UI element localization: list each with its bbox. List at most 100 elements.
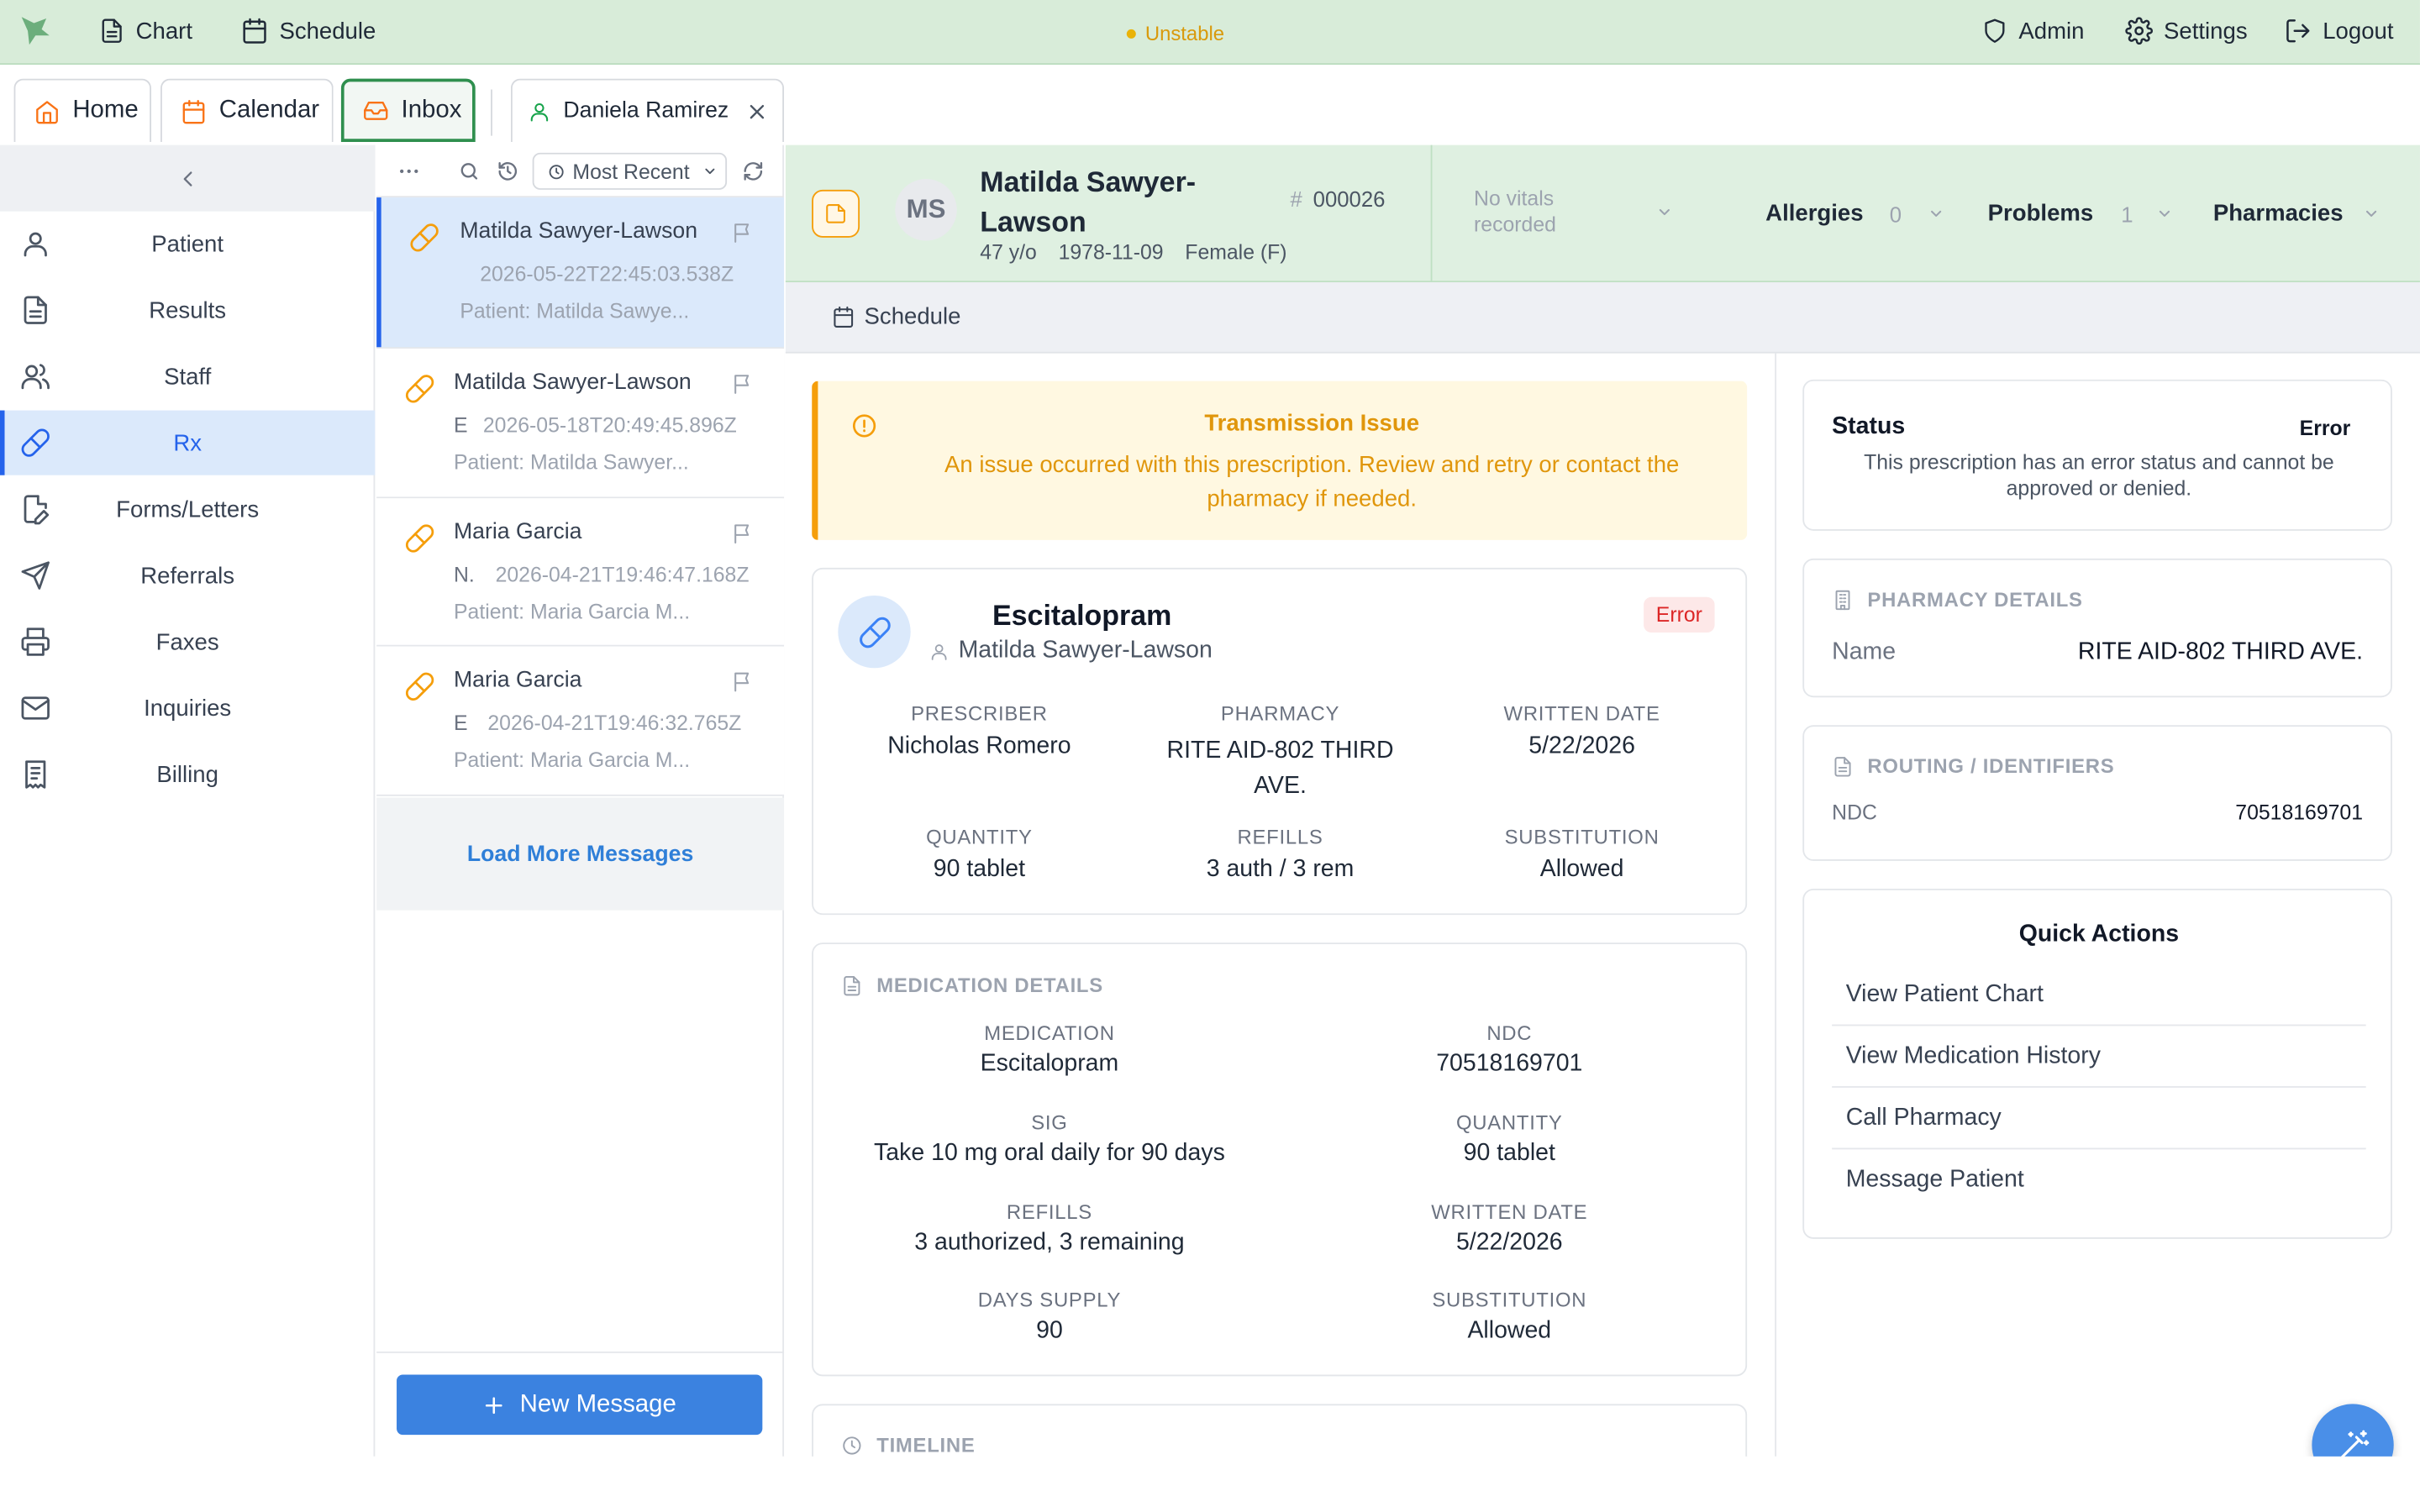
new-message-button[interactable]: New Message xyxy=(397,1374,763,1436)
message-sender: Matilda Sawyer-Lawson xyxy=(453,370,692,396)
written-date-field: WRITTEN DATE 5/22/2026 xyxy=(1431,702,1733,761)
sidebar-item-staff[interactable]: Staff xyxy=(0,344,375,409)
message-sender: Maria Garcia xyxy=(453,668,582,693)
flag-icon[interactable] xyxy=(732,221,755,244)
patient-sex: Female (F) xyxy=(1185,240,1287,265)
clock-icon xyxy=(841,1435,863,1457)
alert-message: An issue occurred with this prescription… xyxy=(880,449,1744,517)
sidebar-item-label: Inquiries xyxy=(144,695,232,722)
status-card: Status Error This prescription has an er… xyxy=(1802,379,2392,531)
substitution-label: SUBSTITUTION xyxy=(1432,1288,1587,1312)
tab-calendar[interactable]: Calendar xyxy=(160,78,334,142)
pharmacy-value: RITE AID-802 THIRD AVE. xyxy=(1129,732,1430,803)
chart-button[interactable]: Chart xyxy=(99,17,192,45)
chart-label: Chart xyxy=(135,18,193,45)
substitution-label: SUBSTITUTION xyxy=(1504,825,1660,849)
sidebar-collapse-button[interactable] xyxy=(0,144,376,212)
message-date: 2026-05-22T22:45:03.538Z xyxy=(480,262,734,286)
list-item[interactable]: Maria Garcia E 2026-04-21T19:46:32.765Z … xyxy=(376,646,785,796)
admin-button[interactable]: Admin xyxy=(1981,17,2085,45)
chevron-down-icon xyxy=(2363,205,2380,222)
flag-icon[interactable] xyxy=(732,372,755,396)
settings-button[interactable]: Settings xyxy=(2125,17,2248,45)
prescriber-field: PRESCRIBER Nicholas Romero xyxy=(829,702,1129,761)
sidebar-item-label: Staff xyxy=(164,363,212,390)
pharmacies-dropdown[interactable]: Pharmacies xyxy=(2213,201,2381,227)
vitals-dropdown[interactable]: No vitals recorded xyxy=(1474,185,1556,237)
message-date: 2026-04-21T19:46:32.765Z xyxy=(487,711,742,735)
patient-header: MS Matilda Sawyer- Lawson # 000026 47 y/… xyxy=(785,144,2420,283)
list-item[interactable]: Matilda Sawyer-Lawson 2026-05-22T22:45:0… xyxy=(376,197,785,349)
sidebar-item-patient[interactable]: Patient xyxy=(0,212,375,276)
pill-icon xyxy=(20,428,51,459)
flag-icon[interactable] xyxy=(732,669,755,693)
more-icon[interactable] xyxy=(398,160,420,182)
tab-patient[interactable]: Daniela Ramirez xyxy=(510,78,785,142)
message-prefix: N. xyxy=(453,563,475,586)
substitution-field: SUBSTITUTION Allowed xyxy=(1286,1289,1733,1346)
problems-count: 1 xyxy=(2121,201,2133,227)
note-button[interactable] xyxy=(812,189,860,238)
tab-inbox[interactable]: Inbox xyxy=(340,78,476,142)
quantity-field: QUANTITY 90 tablet xyxy=(1286,1110,1733,1168)
sidebar: Patient Results Staff Rx Forms/Letters R… xyxy=(0,144,376,1457)
sidebar-item-results[interactable]: Results xyxy=(0,278,375,343)
sidebar-item-rx[interactable]: Rx xyxy=(0,410,376,475)
admin-label: Admin xyxy=(2018,18,2085,45)
list-item[interactable]: Matilda Sawyer-Lawson E 2026-05-18T20:49… xyxy=(376,349,785,499)
sidebar-item-label: Results xyxy=(149,297,227,323)
chevron-down-icon[interactable] xyxy=(1656,203,1673,220)
schedule-bar: Schedule xyxy=(785,282,2420,354)
sidebar-item-inquiries[interactable]: Inquiries xyxy=(0,675,375,740)
flag-icon[interactable] xyxy=(732,522,755,545)
tab-home[interactable]: Home xyxy=(13,78,151,142)
sidebar-item-label: Faxes xyxy=(155,628,219,655)
divider xyxy=(1775,353,1777,1457)
schedule-button[interactable]: Schedule xyxy=(241,17,376,45)
days-supply-value: 90 xyxy=(1036,1317,1063,1344)
rx-patient: Matilda Sawyer-Lawson xyxy=(929,638,1213,665)
search-icon[interactable] xyxy=(458,160,480,182)
logout-button[interactable]: Logout xyxy=(2284,17,2394,45)
message-prefix: E xyxy=(453,711,468,735)
sidebar-item-label: Billing xyxy=(156,761,218,788)
sidebar-item-faxes[interactable]: Faxes xyxy=(0,609,375,674)
allergies-dropdown[interactable]: Allergies 0 xyxy=(1765,201,1944,227)
logout-label: Logout xyxy=(2323,18,2394,45)
message-patient-button[interactable]: Message Patient xyxy=(1832,1149,2365,1210)
status-message: This prescription has an error status an… xyxy=(1819,449,2378,501)
view-medication-history-button[interactable]: View Medication History xyxy=(1832,1026,2366,1088)
status-message-line1: This prescription has an error status an… xyxy=(1864,450,2334,474)
patient-name[interactable]: Matilda Sawyer- Lawson xyxy=(980,162,1196,243)
app-logo-icon[interactable] xyxy=(18,14,55,48)
view-patient-chart-button[interactable]: View Patient Chart xyxy=(1832,964,2366,1026)
history-icon[interactable] xyxy=(497,160,518,182)
allergies-label: Allergies xyxy=(1765,200,1864,227)
prescription-card: Escitalopram Matilda Sawyer-Lawson Error… xyxy=(812,567,1748,916)
clock-icon xyxy=(548,163,565,180)
refills-value: 3 auth / 3 rem xyxy=(1206,856,1355,883)
list-item[interactable]: Maria Garcia N. 2026-04-21T19:46:47.168Z… xyxy=(376,498,785,647)
receipt-icon xyxy=(20,759,51,790)
schedule-link[interactable]: Schedule xyxy=(832,304,960,330)
status-dot-icon xyxy=(1126,28,1136,38)
sort-select[interactable]: Most Recent xyxy=(532,152,728,190)
sidebar-item-referrals[interactable]: Referrals xyxy=(0,543,375,608)
sidebar-item-billing[interactable]: Billing xyxy=(0,742,375,806)
sticky-note-icon xyxy=(824,202,848,226)
user-icon xyxy=(929,641,950,661)
action-label: Call Pharmacy xyxy=(1845,1104,2002,1131)
call-pharmacy-button[interactable]: Call Pharmacy xyxy=(1832,1088,2366,1150)
close-icon[interactable] xyxy=(747,101,767,121)
pill-icon xyxy=(404,523,435,554)
sig-field: SIG Take 10 mg oral daily for 90 days xyxy=(826,1110,1274,1168)
problems-dropdown[interactable]: Problems 1 xyxy=(1988,201,2174,227)
medication-label: MEDICATION xyxy=(984,1021,1115,1045)
sidebar-item-label: Rx xyxy=(173,429,203,456)
sidebar-item-label: Referrals xyxy=(140,562,235,589)
load-more-button[interactable]: Load More Messages xyxy=(376,797,785,911)
sidebar-item-forms-letters[interactable]: Forms/Letters xyxy=(0,477,375,542)
status-message-line2: approved or denied. xyxy=(2006,476,2192,501)
written-date-value: 5/22/2026 xyxy=(1528,732,1635,759)
refresh-icon[interactable] xyxy=(742,160,764,182)
